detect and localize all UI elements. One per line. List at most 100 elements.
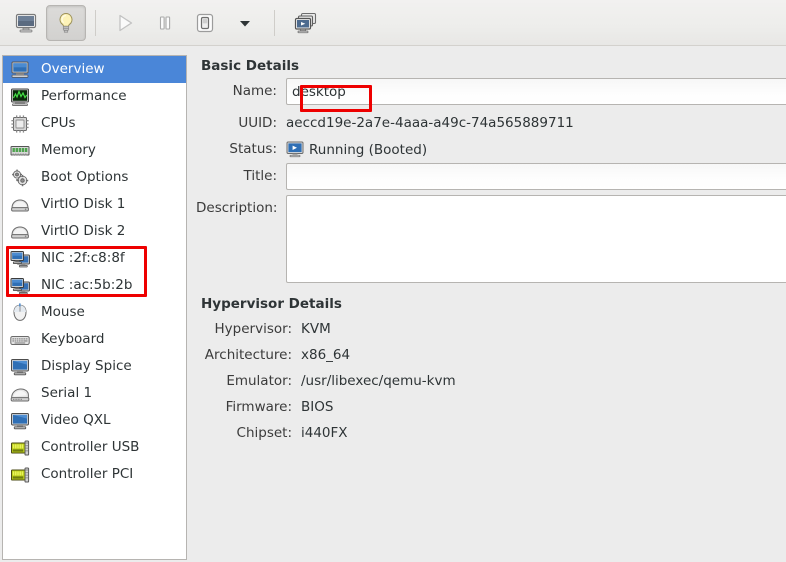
controller-icon: [11, 467, 30, 482]
sidebar-item-label: Display Spice: [41, 357, 132, 374]
hypervisor-row: Chipset: i440FX: [196, 420, 786, 441]
cpu-icon: [11, 114, 29, 133]
hypervisor-row-label: Emulator:: [226, 373, 292, 389]
sidebar-item-performance[interactable]: Performance: [3, 83, 186, 110]
network-icon: [10, 250, 30, 267]
hypervisor-row-value: i440FX: [301, 425, 348, 441]
sidebar-item-video-qxl[interactable]: Video QXL: [3, 407, 186, 434]
sidebar-item-overview[interactable]: Overview: [3, 56, 186, 83]
description-label: Description:: [196, 200, 278, 216]
network-icon: [10, 277, 30, 294]
lightbulb-icon: [59, 12, 73, 33]
status-text: Running (Booted): [309, 141, 428, 158]
hypervisor-row-value: /usr/libexec/qemu-kvm: [301, 373, 456, 389]
shutdown-button[interactable]: [185, 5, 225, 41]
sidebar-item-label: Controller PCI: [41, 465, 134, 482]
uuid-value: aeccd19e-2a7e-4aaa-a49c-74a565889711: [286, 115, 574, 131]
graph-icon: [11, 88, 29, 106]
show-details-button[interactable]: [46, 4, 86, 41]
description-input[interactable]: [286, 195, 786, 283]
display-icon: [11, 412, 29, 429]
sidebar-item-label: Overview: [41, 60, 105, 77]
title-label: Title:: [243, 168, 277, 184]
monitor-icon: [15, 13, 37, 32]
basic-details-heading: Basic Details: [201, 58, 299, 74]
sidebar-item-label: CPUs: [41, 114, 76, 131]
uuid-row: UUID: aeccd19e-2a7e-4aaa-a49c-74a5658897…: [196, 110, 786, 131]
vm-details-window: Overview Performance CPUs Memory Boot Option…: [0, 0, 786, 562]
sidebar-item-label: Serial 1: [41, 384, 93, 401]
sidebar-item-nic-2f-c8-8f[interactable]: NIC :2f:c8:8f: [3, 245, 186, 272]
sidebar-item-serial-1[interactable]: Serial 1: [3, 380, 186, 407]
hypervisor-row-label: Firmware:: [225, 399, 292, 415]
sidebar-item-label: Keyboard: [41, 330, 105, 347]
sidebar-item-virtio-disk-2[interactable]: VirtIO Disk 2: [3, 218, 186, 245]
play-icon: [119, 14, 133, 31]
hypervisor-details-heading: Hypervisor Details: [201, 296, 342, 312]
sidebar-item-label: Video QXL: [41, 411, 111, 428]
name-input[interactable]: [286, 78, 786, 105]
status-value-wrap: Running (Booted): [286, 136, 427, 158]
sidebar-item-label: NIC :ac:5b:2b: [41, 276, 133, 293]
keyboard-icon: [10, 335, 30, 345]
sidebar-item-virtio-disk-1[interactable]: VirtIO Disk 1: [3, 191, 186, 218]
hypervisor-row: Architecture: x86_64: [196, 342, 786, 363]
sidebar-item-display-spice[interactable]: Display Spice: [3, 353, 186, 380]
toolbar-separator-1: [95, 9, 96, 36]
details-panel: Basic Details Name: UUID: aeccd19e-2a7e-…: [196, 52, 786, 562]
name-row: Name:: [196, 78, 786, 105]
shutdown-menu-button[interactable]: [225, 5, 265, 41]
snapshots-icon: [294, 12, 317, 33]
hypervisor-row-value: KVM: [301, 321, 331, 337]
sidebar-item-controller-pci[interactable]: Controller PCI: [3, 461, 186, 488]
hypervisor-row: Emulator: /usr/libexec/qemu-kvm: [196, 368, 786, 389]
hypervisor-row-label: Chipset:: [236, 425, 292, 441]
sidebar-item-label: VirtIO Disk 1: [41, 195, 126, 212]
title-input[interactable]: [286, 163, 786, 190]
display-icon: [11, 358, 29, 375]
sidebar-item-label: Mouse: [41, 303, 85, 320]
pause-icon: [159, 15, 171, 30]
pause-button[interactable]: [145, 5, 185, 41]
memory-icon: [10, 145, 30, 155]
show-console-button[interactable]: [6, 5, 46, 41]
main-toolbar: [0, 0, 786, 46]
hypervisor-row: Hypervisor: KVM: [196, 316, 786, 337]
hypervisor-row-label: Architecture:: [204, 347, 292, 363]
sidebar-item-label: VirtIO Disk 2: [41, 222, 126, 239]
computer-icon: [11, 61, 29, 78]
run-button[interactable]: [105, 5, 145, 41]
title-row: Title:: [196, 163, 786, 190]
hypervisor-row-value: x86_64: [301, 347, 351, 363]
sidebar-item-memory[interactable]: Memory: [3, 137, 186, 164]
sidebar-item-nic-ac-5b-2b[interactable]: NIC :ac:5b:2b: [3, 272, 186, 299]
hardware-list[interactable]: Overview Performance CPUs Memory Boot Option…: [2, 55, 187, 560]
hypervisor-row-value: BIOS: [301, 399, 334, 415]
hypervisor-details-block: Hypervisor Details Hypervisor: KVM Archite…: [196, 296, 786, 441]
status-row: Status: Running (Booted): [196, 136, 786, 158]
sidebar-item-label: Controller USB: [41, 438, 140, 455]
running-monitor-icon: [286, 141, 304, 158]
mouse-icon: [13, 302, 27, 321]
sidebar-item-label: NIC :2f:c8:8f: [41, 249, 125, 266]
hypervisor-row-label: Hypervisor:: [214, 321, 292, 337]
sidebar-item-label: Memory: [41, 141, 96, 158]
sidebar-item-label: Performance: [41, 87, 127, 104]
sidebar-item-controller-usb[interactable]: Controller USB: [3, 434, 186, 461]
sidebar-item-boot-options[interactable]: Boot Options: [3, 164, 186, 191]
harddisk-icon: [11, 225, 29, 239]
name-label: Name:: [232, 83, 277, 99]
hypervisor-row: Firmware: BIOS: [196, 394, 786, 415]
serial-icon: [10, 387, 30, 402]
uuid-label: UUID:: [238, 115, 277, 131]
harddisk-icon: [11, 198, 29, 212]
sidebar-item-keyboard[interactable]: Keyboard: [3, 326, 186, 353]
snapshots-button[interactable]: [284, 5, 328, 41]
controller-icon: [11, 440, 30, 455]
status-label: Status:: [229, 141, 277, 157]
sidebar-item-label: Boot Options: [41, 168, 129, 185]
toolbar-separator-2: [274, 9, 275, 36]
power-icon: [196, 13, 214, 32]
sidebar-item-mouse[interactable]: Mouse: [3, 299, 186, 326]
sidebar-item-cpus[interactable]: CPUs: [3, 110, 186, 137]
